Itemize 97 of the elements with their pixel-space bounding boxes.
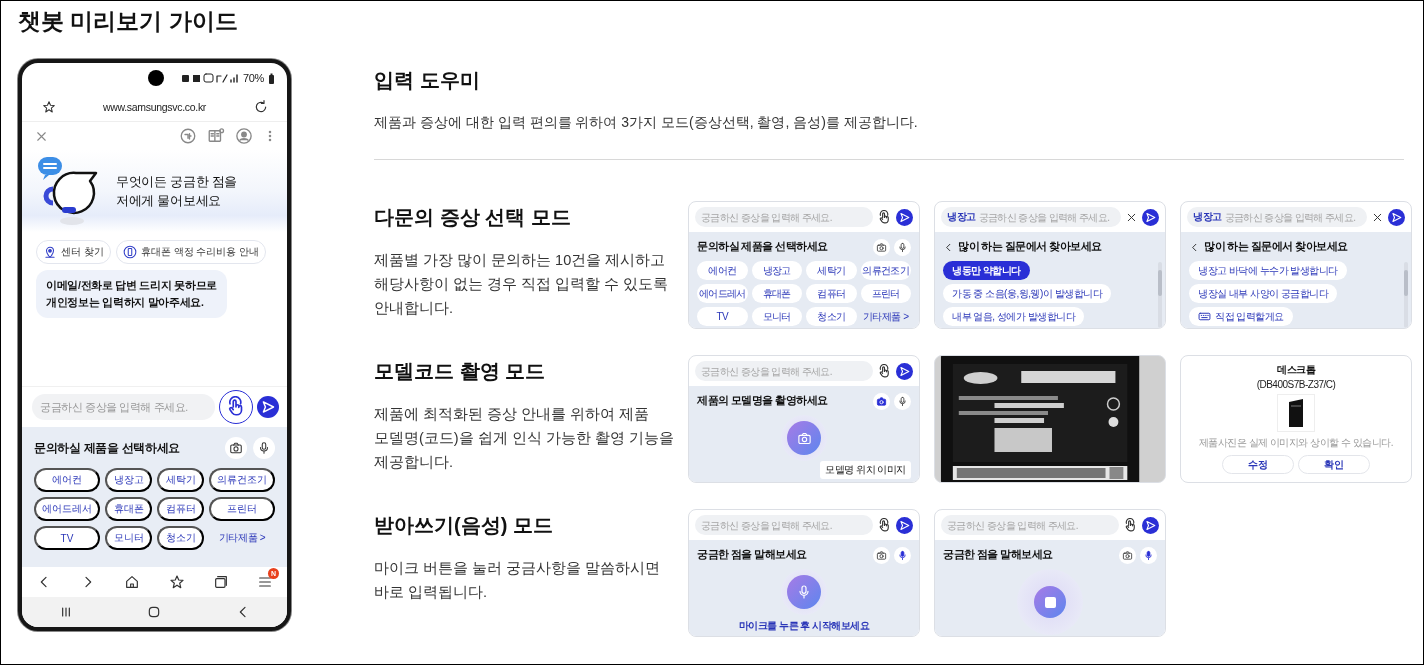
bookmark-star-icon[interactable] — [168, 574, 185, 590]
send-icon[interactable] — [257, 396, 279, 418]
refresh-icon[interactable] — [253, 99, 269, 115]
touch-mode-button[interactable] — [219, 390, 253, 424]
image-disclaimer: 제품사진은 실제 이미지와 상이할 수 있습니다. — [1198, 436, 1394, 450]
page-title: 챗봇 미리보기 가이드 — [18, 7, 238, 36]
product-chip[interactable]: 프린터 — [860, 284, 911, 303]
voice-hint: 마이크를 누른 후 시작해보세요 — [738, 619, 870, 633]
product-chip[interactable]: 휴대폰 — [105, 497, 152, 521]
quick-link-chip[interactable]: 휴대폰 액정 수리비용 안내 — [115, 240, 267, 264]
menu-icon[interactable] — [256, 574, 273, 590]
search-field[interactable]: 궁금하신 증상을 입력해 주세요. — [32, 394, 215, 420]
send-icon[interactable] — [1142, 208, 1159, 226]
search-field[interactable]: 궁금하신 증상을 입력해 주세요. — [695, 207, 873, 227]
send-icon[interactable] — [896, 516, 913, 534]
more-products-link[interactable]: 기타제품 > — [860, 307, 911, 326]
search-field[interactable]: 궁금하신 증상을 입력해 주세요. — [941, 515, 1119, 535]
product-chip[interactable]: 냉장고 — [105, 468, 152, 492]
product-chip[interactable]: TV — [34, 526, 100, 550]
product-chip[interactable]: 냉장고 — [751, 261, 802, 280]
model-location-button[interactable]: 모델명 위치 이미지 — [820, 461, 911, 479]
section-heading: 입력 도우미 — [374, 68, 480, 93]
product-chip[interactable]: 컴퓨터 — [806, 284, 857, 303]
panel-title: 문의하실 제품을 선택하세요 — [697, 240, 829, 254]
send-icon[interactable] — [896, 362, 913, 380]
shutter-button[interactable] — [787, 421, 821, 455]
product-chip[interactable]: 세탁기 — [157, 468, 204, 492]
scrollbar[interactable] — [1404, 262, 1408, 328]
touch-hand-icon[interactable] — [1123, 517, 1138, 533]
translate-icon[interactable] — [179, 127, 197, 145]
notice-bubble: 이메일/전화로 답변 드리지 못하므로 개인정보는 입력하지 말아주세요. — [36, 270, 227, 318]
product-chip[interactable]: 모니터 — [751, 307, 802, 326]
status-icons — [180, 72, 239, 84]
panel-title: 많이 하는 질문에서 찾아보세요 — [1204, 240, 1349, 254]
home-icon[interactable] — [124, 574, 141, 590]
product-chip[interactable]: 에어드레서 — [697, 284, 748, 303]
tabs-icon[interactable] — [212, 574, 229, 590]
search-field[interactable]: 궁금하신 증상을 입력해 주세요. — [695, 361, 873, 381]
panel-title: 많이 하는 질문에서 찾아보세요 — [958, 240, 1103, 254]
mode-description: 제품에 최적화된 증상 안내를 위하여 제품 모델명(코드)을 쉽게 인식 가능한 촬영 기능을 제공합니다. — [374, 405, 674, 472]
more-products-link[interactable]: 기타제품 > — [209, 526, 275, 550]
url-text: www.samsungsvc.co.kr — [102, 101, 207, 113]
search-field[interactable]: 냉장고 궁금하신 증상을 입력해 주세요. — [941, 207, 1121, 227]
mode-heading: 모델코드 촬영 모드 — [374, 359, 546, 384]
search-field[interactable]: 냉장고 궁금하신 증상을 입력해 주세요. — [1187, 207, 1367, 227]
mode-description: 제품별 가장 많이 문의하는 10건을 제시하고 해당사항이 없는 경우 직접 입력할 수 있도록 안내합니다. — [374, 251, 669, 318]
product-chip[interactable]: 에어컨 — [697, 261, 748, 280]
send-icon[interactable] — [1142, 516, 1159, 534]
product-chip[interactable]: TV — [697, 307, 748, 326]
battery-level: 70% — [242, 72, 264, 84]
mode-heading: 다문의 증상 선택 모드 — [374, 205, 571, 230]
send-icon[interactable] — [896, 208, 913, 226]
panel-title: 궁금한 점을 말해보세요 — [697, 548, 808, 562]
location-pin-icon[interactable] — [43, 245, 57, 259]
product-chip[interactable]: 에어드레서 — [34, 497, 100, 521]
mode-heading: 받아쓰기(음성) 모드 — [374, 513, 553, 538]
smartphone-icon[interactable] — [122, 245, 137, 259]
section-description: 제품과 증상에 대한 입력 편의를 위하여 3가지 모드(증상선택, 촬영, 음성)를 제공합니다. — [374, 114, 918, 132]
product-chip[interactable]: 휴대폰 — [751, 284, 802, 303]
product-chip[interactable]: 에어컨 — [34, 468, 100, 492]
product-chip[interactable]: 의류건조기 — [209, 468, 275, 492]
model-code: (DB400S7B-Z37/C) — [1256, 379, 1336, 390]
send-icon[interactable] — [1388, 208, 1405, 226]
mode-description: 마이크 버튼을 눌러 궁금사항을 말씀하시면 바로 입력됩니다. — [374, 559, 661, 602]
panel-title: 궁금한 점을 말해보세요 — [943, 548, 1054, 562]
stop-recording-button[interactable] — [1034, 586, 1066, 618]
product-chip[interactable]: 모니터 — [105, 526, 152, 550]
question-chip[interactable]: 냉동만 약합니다 — [943, 261, 1030, 280]
battery-icon — [268, 72, 275, 84]
touch-hand-icon[interactable] — [877, 517, 892, 533]
profile-icon[interactable] — [235, 127, 253, 145]
product-chip[interactable]: 프린터 — [209, 497, 275, 521]
quick-link-chip[interactable]: 센터 찾기 — [36, 240, 111, 264]
product-name: 데스크톱 — [1277, 363, 1315, 377]
question-chip[interactable]: 내부 얼음, 성에가 발생합니다 — [943, 307, 1085, 326]
direct-input-button[interactable]: 직접 입력할게요 — [1189, 307, 1293, 326]
camera-hole — [148, 70, 164, 86]
touch-hand-icon[interactable] — [877, 363, 892, 379]
panel-title: 문의하실 제품을 선택하세요 — [34, 440, 182, 456]
question-chip[interactable]: 냉장고 바닥에 누수가 발생합니다 — [1189, 261, 1347, 280]
greeting-text: 무엇이든 궁금한 점을 저에게 물어보세요 — [116, 173, 237, 210]
bookmark-star-icon[interactable] — [42, 100, 56, 114]
question-chip[interactable]: 가동 중 소음(웅,윙,웽)이 발생합니다 — [943, 284, 1112, 303]
product-chip[interactable]: 세탁기 — [806, 261, 857, 280]
product-chip[interactable]: 의류건조기 — [860, 261, 911, 280]
question-chip[interactable]: 냉장실 내부 사양이 궁금합니다 — [1189, 284, 1338, 303]
scrollbar[interactable] — [1158, 262, 1162, 328]
touch-hand-icon[interactable] — [877, 209, 892, 225]
product-chip[interactable]: 청소기 — [806, 307, 857, 326]
keyboard-icon — [1198, 310, 1211, 323]
action-button[interactable]: 확인 — [1298, 455, 1370, 474]
product-chip[interactable]: 컴퓨터 — [157, 497, 204, 521]
action-button[interactable]: 수정 — [1222, 455, 1294, 474]
panel-title: 제품의 모델명을 촬영하세요 — [697, 394, 829, 408]
product-chip[interactable]: 청소기 — [157, 526, 204, 550]
search-field[interactable]: 궁금하신 증상을 입력해 주세요. — [695, 515, 873, 535]
book-icon[interactable] — [207, 127, 225, 145]
